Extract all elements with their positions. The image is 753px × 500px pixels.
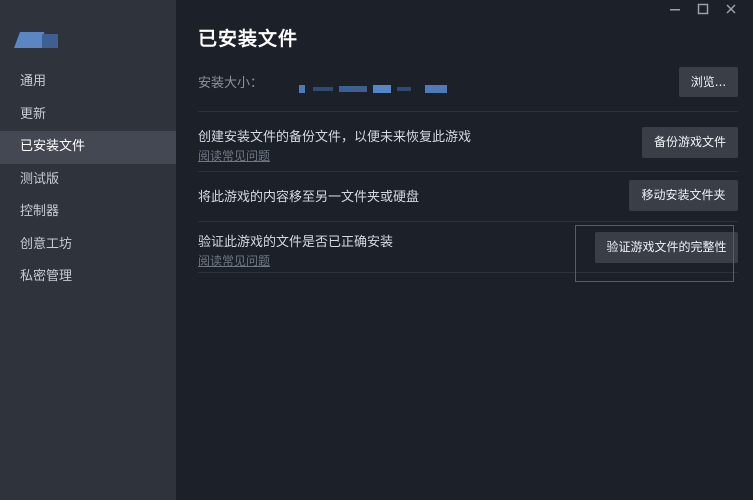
sidebar-item-workshop[interactable]: 创意工坊 — [0, 229, 176, 262]
backup-faq-link[interactable]: 阅读常见问题 — [198, 147, 270, 164]
sidebar-item-installed-files[interactable]: 已安装文件 — [0, 131, 176, 164]
sidebar-item-general[interactable]: 通用 — [0, 66, 176, 99]
install-size-row: 安装大小： — [198, 72, 738, 94]
maximize-icon[interactable] — [689, 0, 717, 18]
minimize-icon[interactable] — [661, 0, 689, 18]
window-controls — [661, 0, 745, 18]
backup-game-files-button[interactable]: 备份游戏文件 — [642, 127, 738, 158]
close-icon[interactable] — [717, 0, 745, 18]
browse-button[interactable]: 浏览... — [679, 67, 738, 97]
sidebar: 通用 更新 已安装文件 测试版 控制器 创意工坊 私密管理 — [0, 0, 176, 500]
sidebar-item-betas[interactable]: 测试版 — [0, 164, 176, 197]
install-size-value-redacted — [299, 78, 449, 93]
install-size-label: 安装大小： — [198, 76, 264, 91]
divider — [198, 221, 738, 222]
sidebar-item-privacy[interactable]: 私密管理 — [0, 261, 176, 294]
main-panel: 已安装文件 安装大小： 浏览... 创建安装文件的备份文件，以便未来恢复此游戏 … — [176, 0, 753, 500]
sidebar-nav: 通用 更新 已安装文件 测试版 控制器 创意工坊 私密管理 — [0, 66, 176, 294]
divider — [198, 111, 738, 112]
page-title: 已安装文件 — [198, 28, 299, 50]
sidebar-item-updates[interactable]: 更新 — [0, 99, 176, 132]
divider — [198, 171, 738, 172]
move-install-folder-button[interactable]: 移动安装文件夹 — [629, 180, 738, 211]
highlight-annotation-box — [575, 225, 734, 282]
sidebar-item-controller[interactable]: 控制器 — [0, 196, 176, 229]
verify-faq-link[interactable]: 阅读常见问题 — [198, 252, 270, 269]
game-logo-icon — [14, 32, 58, 48]
